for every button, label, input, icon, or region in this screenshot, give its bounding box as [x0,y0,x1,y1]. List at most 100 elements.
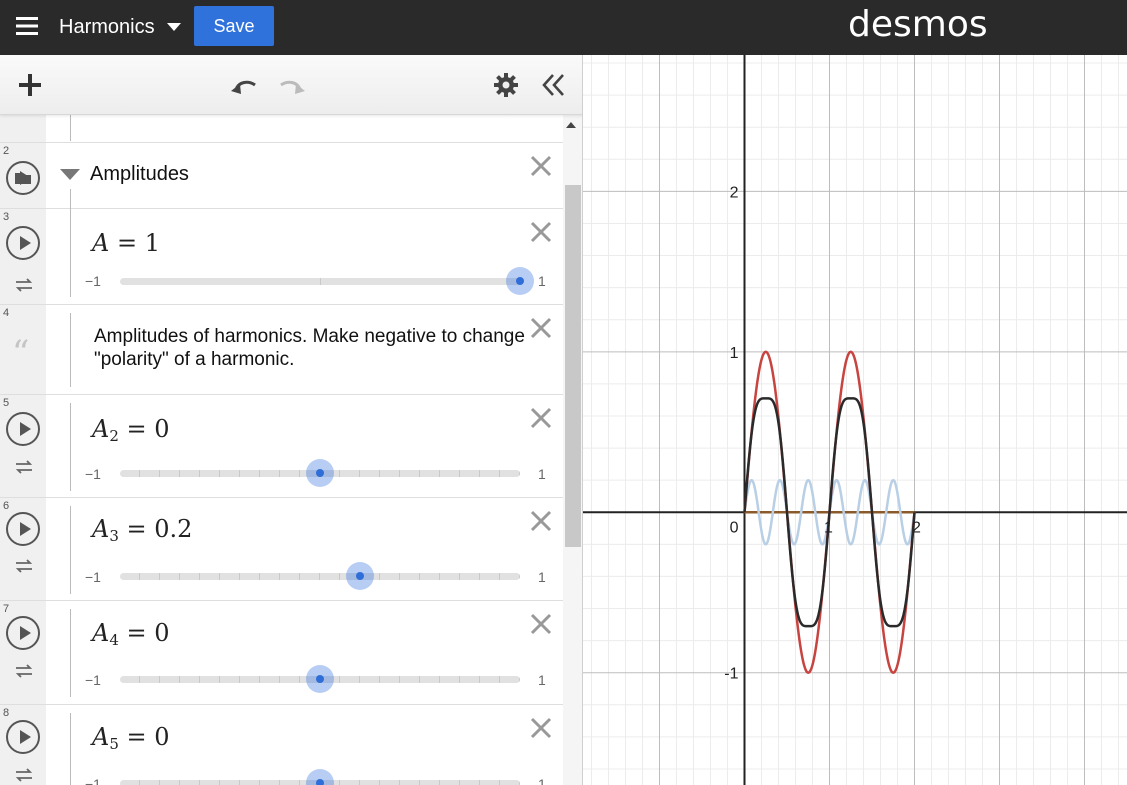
graph-paper[interactable]: 1 2 2 1 -1 0 [583,55,1127,785]
play-animation-button[interactable] [6,226,40,260]
play-animation-button[interactable] [6,616,40,650]
expression-item-partial[interactable] [0,115,563,143]
expression-item-note[interactable]: 4 “ Amplitudes of harmonics. Make negati… [0,305,563,395]
slider-min-label[interactable]: −1 [85,466,101,482]
variable-name: A [92,415,110,443]
slider-max-label[interactable]: 1 [538,776,546,785]
quote-icon: “ [12,333,30,373]
slider-min-label[interactable]: −1 [85,672,101,688]
x-tick-label: 2 [912,519,921,536]
major-gridlines [583,55,1127,785]
graph-title-dropdown[interactable]: Harmonics [59,14,181,40]
slider-max-label[interactable]: 1 [538,569,546,585]
expression-item-slider[interactable]: 5 A2 = 0 −1 1 [0,395,563,498]
variable-name: A [92,229,110,257]
slider-value: 0 [154,415,170,443]
slider-handle[interactable] [306,665,334,693]
play-animation-button[interactable] [6,512,40,546]
expression-item-slider[interactable]: 3 A = 1 −1 1 [0,209,563,305]
slider-handle[interactable] [306,459,334,487]
slider-value: 0 [154,723,170,751]
top-bar: Harmonics Save desmos [0,0,1127,55]
variable-subscript: 3 [109,527,119,545]
loop-mode-icon[interactable] [14,277,34,293]
graph-canvas[interactable]: 1 2 2 1 -1 0 [583,55,1127,785]
graph-title: Harmonics [59,15,155,38]
delete-icon[interactable] [528,508,554,534]
delete-icon[interactable] [528,315,554,341]
delete-icon[interactable] [528,405,554,431]
expression-item-slider[interactable]: 7 A4 = 0 −1 1 [0,601,563,705]
variable-subscript: 5 [109,735,119,753]
expression-item-slider[interactable]: 6 A3 = 0.2 −1 1 [0,498,563,601]
slider-min-label[interactable]: −1 [85,273,101,289]
hamburger-menu-icon[interactable] [15,14,39,38]
expression-math[interactable]: A5 = 0 [92,723,170,753]
variable-name: A [92,723,110,751]
variable-name: A [92,619,110,647]
origin-label: 0 [730,519,739,536]
y-tick-label: -1 [724,666,738,683]
save-button[interactable]: Save [194,6,274,46]
y-tick-label: 2 [730,184,739,201]
loop-mode-icon[interactable] [14,459,34,475]
scroll-up-arrow-icon[interactable] [566,122,576,128]
expression-math[interactable]: A = 1 [92,229,160,257]
delete-icon[interactable] [528,715,554,741]
expression-number: 2 [3,145,10,157]
redo-icon[interactable] [276,69,308,101]
slider-min-label[interactable]: −1 [85,569,101,585]
expression-number: 8 [3,707,10,719]
loop-mode-icon[interactable] [14,558,34,574]
slider-max-label[interactable]: 1 [538,273,546,289]
slider-value: 0.2 [154,515,193,543]
loop-mode-icon[interactable] [14,767,34,783]
note-text[interactable]: Amplitudes of harmonics. Make negative t… [94,325,534,371]
axis-labels: 1 2 2 1 -1 0 [724,184,921,682]
expression-item-slider[interactable]: 8 A5 = 0 −1 1 [0,705,563,785]
slider-handle[interactable] [346,562,374,590]
slider-min-label[interactable]: −1 [85,776,101,785]
slider-value: 1 [144,229,160,257]
scrollbar-thumb[interactable] [565,185,581,547]
delete-icon[interactable] [528,219,554,245]
slider-handle[interactable] [506,267,534,295]
variable-subscript: 2 [109,427,119,445]
y-tick-label: 1 [730,345,739,362]
expression-number: 6 [3,500,10,512]
expression-item-folder[interactable]: 2 Amplitudes [0,143,563,209]
slider-handle[interactable] [306,769,334,785]
gear-icon[interactable] [490,69,522,101]
loop-mode-icon[interactable] [14,663,34,679]
minor-gridlines [583,55,1127,785]
delete-icon[interactable] [528,611,554,637]
desmos-logo[interactable]: desmos [848,4,988,45]
variable-name: A [92,515,110,543]
caret-down-icon [166,23,181,31]
undo-icon[interactable] [228,69,260,101]
slider-value: 0 [154,619,170,647]
expression-list: 2 Amplitudes 3 A = 1 −1 1 4 “ Amplitudes… [0,115,563,785]
x-tick-label: 1 [824,519,833,536]
plus-icon[interactable] [14,69,46,101]
slider-max-label[interactable]: 1 [538,672,546,688]
expression-math[interactable]: A2 = 0 [92,415,170,445]
folder-collapse-caret[interactable] [60,169,80,180]
folder-title[interactable]: Amplitudes [90,163,189,186]
expression-number: 3 [3,211,10,223]
expression-number: 7 [3,603,10,615]
expression-gutter [0,115,46,142]
delete-icon[interactable] [528,153,554,179]
expression-number: 5 [3,397,10,409]
expression-math[interactable]: A4 = 0 [92,619,170,649]
expression-panel: 2 Amplitudes 3 A = 1 −1 1 4 “ Amplitudes… [0,55,583,785]
double-chevron-left-icon[interactable] [538,69,570,101]
play-animation-button[interactable] [6,720,40,754]
folder-icon [15,173,31,184]
slider-max-label[interactable]: 1 [538,466,546,482]
expression-gutter [0,395,46,497]
expression-number: 4 [3,307,10,319]
play-animation-button[interactable] [6,412,40,446]
variable-subscript: 4 [109,631,119,649]
expression-math[interactable]: A3 = 0.2 [92,515,193,545]
